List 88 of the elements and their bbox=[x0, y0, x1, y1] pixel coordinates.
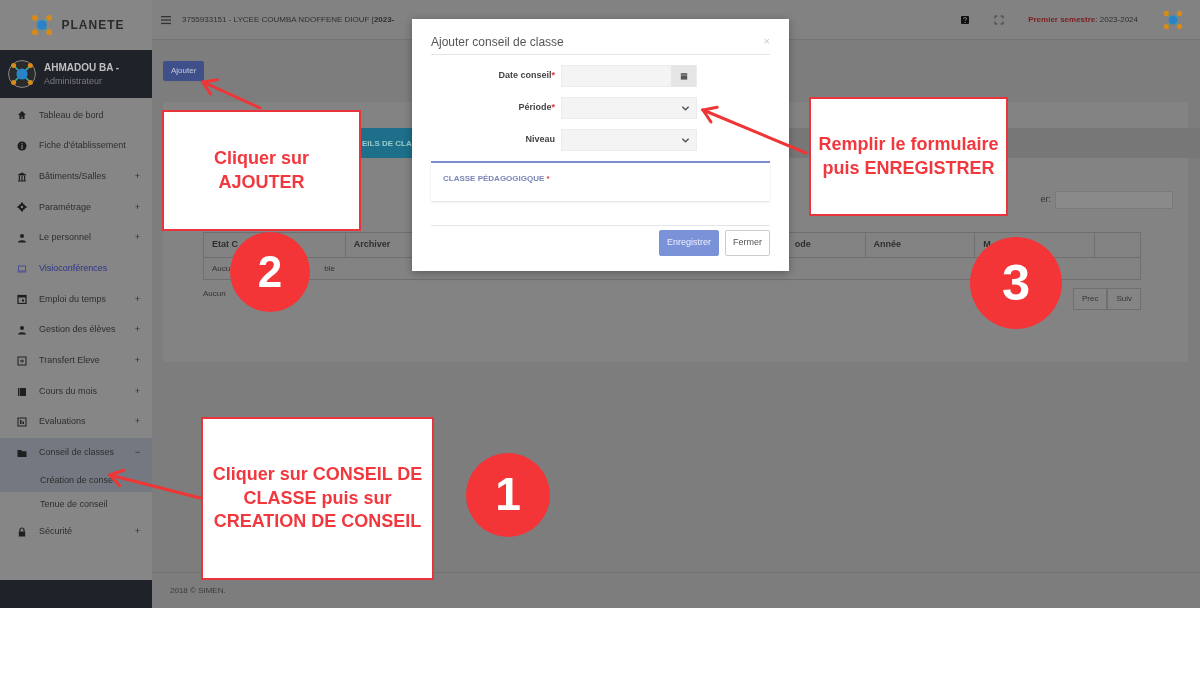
brand-name: PLANETE bbox=[61, 17, 125, 34]
submenu-item[interactable]: Tenue de conseil bbox=[0, 492, 152, 517]
toggle-sign: + bbox=[134, 169, 140, 183]
section-header: CLASSE PÉDAGOGIGQUE * bbox=[431, 161, 770, 201]
submenu-item[interactable]: Création de conse bbox=[0, 468, 152, 493]
save-button[interactable]: Enregistrer bbox=[659, 230, 719, 256]
sidebar-item[interactable]: Bâtiments/Salles + bbox=[0, 161, 152, 193]
callout-box: Cliquer sur AJOUTER bbox=[162, 110, 361, 231]
chart-icon bbox=[17, 417, 27, 428]
sidebar-item[interactable]: Visioconférences bbox=[0, 253, 152, 285]
column-header[interactable]: M bbox=[983, 239, 991, 249]
sidebar-item[interactable]: Le personnel + bbox=[0, 222, 152, 254]
pager-button[interactable]: Suiv bbox=[1107, 288, 1141, 310]
column-header[interactable]: Archiver bbox=[353, 239, 391, 249]
sidebar-item-label: Fiche d'établissement bbox=[39, 139, 127, 153]
login-icon bbox=[17, 355, 27, 366]
table-info: Aucun bbox=[203, 288, 226, 300]
fullscreen-icon bbox=[994, 14, 1005, 25]
sidebar-item-label: Le personnel bbox=[39, 231, 93, 245]
sidebar-item[interactable]: Sécurité + bbox=[0, 516, 152, 547]
toggle-sign: + bbox=[134, 323, 140, 337]
gear-icon bbox=[17, 202, 27, 213]
close-button[interactable]: Fermer bbox=[725, 230, 770, 256]
logo-icon bbox=[1162, 8, 1184, 31]
sidebar-item-label: Visioconférences bbox=[39, 262, 109, 276]
sidebar-item[interactable]: Emploi du temps + bbox=[0, 284, 152, 315]
info-icon bbox=[17, 141, 27, 152]
toggle-sign: + bbox=[134, 384, 140, 398]
sidebar-item-label: Cours du mois bbox=[39, 384, 99, 398]
toggle-sign: + bbox=[134, 354, 140, 368]
pager-button[interactable]: Prec bbox=[1073, 288, 1108, 310]
callout-box: Cliquer sur CONSEIL DE CLASSE puis sur CREATION DE CONSEIL bbox=[201, 417, 434, 580]
sidebar-item-label: Bâtiments/Salles bbox=[39, 169, 108, 183]
sidebar-item[interactable]: Transfert Eleve + bbox=[0, 345, 152, 377]
sidebar-item[interactable]: Gestion des élèves + bbox=[0, 314, 152, 346]
bank-icon bbox=[17, 171, 27, 182]
home-icon bbox=[17, 110, 27, 121]
sidebar-item[interactable]: Conseil de classes − bbox=[0, 437, 152, 469]
folder-icon bbox=[17, 447, 27, 458]
sidebar-item-label: Emploi du temps bbox=[39, 292, 108, 306]
sidebar-item-label: Transfert Eleve bbox=[39, 354, 101, 368]
toggle-sign: − bbox=[134, 446, 140, 460]
select-field[interactable] bbox=[561, 97, 697, 119]
field-label: Période* bbox=[517, 101, 556, 115]
person-icon bbox=[17, 233, 27, 244]
user-role: Administrateur bbox=[44, 74, 104, 88]
sidebar-item[interactable]: Evaluations + bbox=[0, 406, 152, 438]
callout-box: Remplir le formulaire puis ENREGISTRER bbox=[809, 97, 1008, 216]
date-field[interactable] bbox=[561, 65, 697, 87]
sidebar-item-label: Sécurité bbox=[39, 524, 74, 538]
column-header[interactable]: Année bbox=[873, 239, 902, 249]
user-name: AHMADOU BA - bbox=[44, 60, 120, 75]
select-field[interactable] bbox=[561, 129, 697, 151]
book-icon bbox=[17, 386, 27, 397]
sidebar-item[interactable]: Tableau de bord bbox=[0, 100, 152, 131]
lock-icon bbox=[17, 526, 27, 537]
sidebar-item-label: Tableau de bord bbox=[39, 108, 105, 122]
modal-title: Ajouter conseil de classe bbox=[431, 34, 564, 51]
toggle-sign: + bbox=[134, 524, 140, 538]
laptop-icon bbox=[17, 263, 27, 274]
person-icon bbox=[17, 325, 27, 336]
school-title: 3755933151 - LYCEE COUMBA NDOFFENE DIOUF [2023- bbox=[182, 13, 395, 26]
toggle-sign: + bbox=[134, 292, 140, 306]
column-header[interactable]: ode bbox=[794, 239, 811, 249]
step-number: 1 bbox=[466, 453, 550, 537]
add-button[interactable]: Ajouter bbox=[163, 61, 205, 81]
semester-info: Premier semestre: 2023-2024 bbox=[1028, 13, 1138, 26]
calendar-icon bbox=[17, 294, 27, 305]
field-label: Niveau bbox=[524, 133, 556, 147]
toggle-sign: + bbox=[134, 231, 140, 245]
sidebar-item-label: Conseil de classes bbox=[39, 446, 116, 460]
sidebar-item[interactable]: Paramétrage + bbox=[0, 192, 152, 223]
toggle-sign: + bbox=[134, 200, 140, 214]
sidebar-item[interactable]: Cours du mois + bbox=[0, 376, 152, 407]
arrow bbox=[200, 78, 262, 110]
empty-message: ble bbox=[324, 263, 335, 274]
avatar-icon bbox=[8, 60, 36, 88]
sidebar-item-label: Gestion des élèves bbox=[39, 323, 117, 337]
empty-message: Aucu bbox=[212, 263, 231, 274]
toggle-sign: + bbox=[134, 415, 140, 429]
menu-icon bbox=[160, 14, 172, 25]
help-icon bbox=[960, 14, 971, 25]
sidebar-item-label: Paramétrage bbox=[39, 200, 93, 214]
calendar-icon bbox=[679, 72, 688, 80]
search-label: er: bbox=[1040, 193, 1051, 207]
sidebar-item-label: Evaluations bbox=[39, 415, 87, 429]
field-label: Date conseil* bbox=[497, 69, 556, 83]
sidebar-item[interactable]: Fiche d'établissement bbox=[0, 130, 152, 162]
